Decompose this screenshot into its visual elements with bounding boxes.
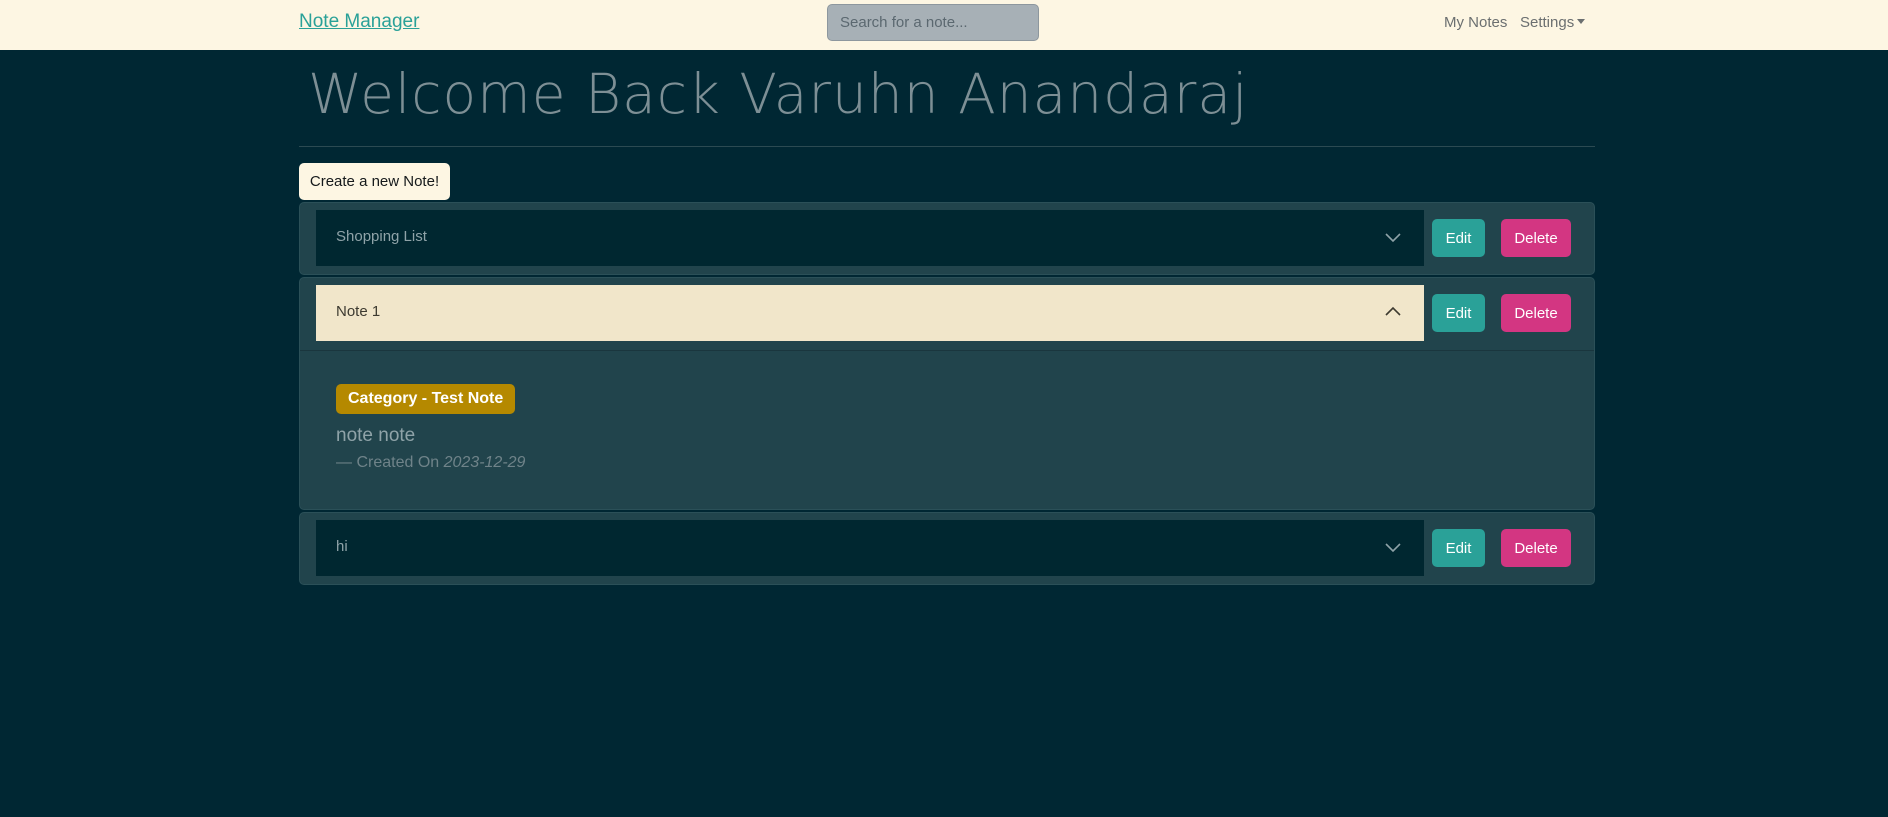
note-content: note note <box>336 425 416 446</box>
note-body-divider <box>300 350 1594 351</box>
top-navbar: Note Manager My Notes Settings <box>0 0 1888 50</box>
chevron-down-icon <box>1385 543 1401 553</box>
create-note-button[interactable]: Create a new Note! <box>299 163 450 200</box>
note-title: Shopping List <box>336 228 427 245</box>
edit-button[interactable]: Edit <box>1432 219 1485 257</box>
edit-button[interactable]: Edit <box>1432 529 1485 567</box>
delete-button[interactable]: Delete <box>1501 529 1571 567</box>
brand-link[interactable]: Note Manager <box>299 11 419 33</box>
edit-button[interactable]: Edit <box>1432 294 1485 332</box>
nav-settings-dropdown[interactable]: Settings <box>1520 14 1586 31</box>
note-header-toggle[interactable]: hi <box>316 520 1424 576</box>
nav-settings-label: Settings <box>1520 14 1575 31</box>
created-on: — Created On 2023-12-29 <box>336 454 525 472</box>
page-title: Welcome Back Varuhn Anandaraj <box>308 62 1249 126</box>
created-prefix: — Created On <box>336 454 440 471</box>
category-badge: Category - Test Note <box>336 384 516 414</box>
note-title: hi <box>336 538 348 555</box>
created-date: 2023-12-29 <box>443 454 526 471</box>
note-card: hi Edit Delete <box>299 512 1595 585</box>
caret-down-icon <box>1577 19 1586 24</box>
delete-button[interactable]: Delete <box>1501 219 1571 257</box>
search-input[interactable] <box>827 4 1039 41</box>
note-header-toggle[interactable]: Shopping List <box>316 210 1424 266</box>
note-card: Shopping List Edit Delete <box>299 202 1595 275</box>
note-header-toggle[interactable]: Note 1 <box>316 285 1424 341</box>
nav-my-notes[interactable]: My Notes <box>1444 14 1507 31</box>
note-card: Note 1 Edit Delete Category - Test Note … <box>299 277 1595 510</box>
chevron-up-icon <box>1385 306 1401 316</box>
note-title: Note 1 <box>336 303 381 320</box>
delete-button[interactable]: Delete <box>1501 294 1571 332</box>
chevron-down-icon <box>1385 233 1401 243</box>
title-divider <box>299 146 1595 147</box>
